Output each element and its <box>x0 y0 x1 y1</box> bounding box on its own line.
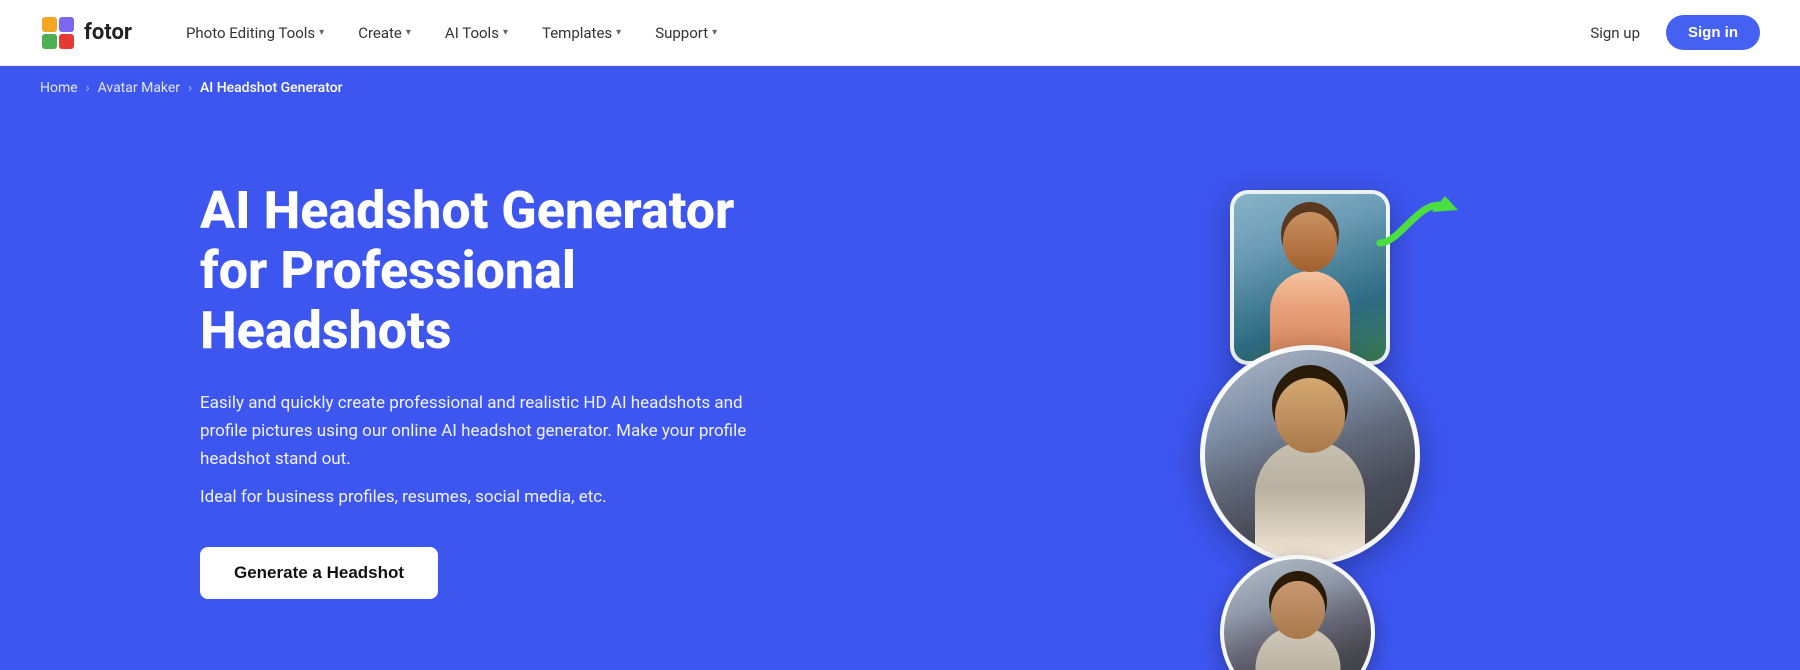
breadcrumb-home[interactable]: Home <box>40 80 78 96</box>
nav-links: Photo Editing Tools ▾ Create ▾ AI Tools … <box>172 16 1576 50</box>
chevron-down-icon: ▾ <box>616 27 621 38</box>
signup-button[interactable]: Sign up <box>1576 16 1654 50</box>
chevron-down-icon: ▾ <box>406 27 411 38</box>
chevron-down-icon: ▾ <box>319 27 324 38</box>
breadcrumb-avatar-maker[interactable]: Avatar Maker <box>98 80 180 96</box>
chevron-down-icon: ▾ <box>503 27 508 38</box>
hero-ideal-text: Ideal for business profiles, resumes, so… <box>200 487 760 507</box>
breadcrumb-separator: › <box>86 81 90 96</box>
hero-title: AI Headshot Generator for Professional H… <box>200 181 760 360</box>
hero-section: AI Headshot Generator for Professional H… <box>0 110 1800 670</box>
nav-ai-tools[interactable]: AI Tools ▾ <box>431 16 522 50</box>
result-photo-large <box>1200 345 1420 565</box>
navbar: fotor Photo Editing Tools ▾ Create ▾ AI … <box>0 0 1800 66</box>
generate-headshot-button[interactable]: Generate a Headshot <box>200 547 438 599</box>
chevron-down-icon: ▾ <box>712 27 717 38</box>
transformation-arrow <box>1370 188 1460 258</box>
nav-auth: Sign up Sign in <box>1576 15 1760 50</box>
nav-photo-editing[interactable]: Photo Editing Tools ▾ <box>172 16 338 50</box>
source-photo <box>1230 190 1390 365</box>
nav-templates[interactable]: Templates ▾ <box>528 16 635 50</box>
hero-description: Easily and quickly create professional a… <box>200 389 760 473</box>
hero-visuals <box>1200 170 1720 610</box>
result-photo-1 <box>1220 555 1375 670</box>
breadcrumb-current: AI Headshot Generator <box>200 80 343 96</box>
brand-name: fotor <box>84 20 132 45</box>
breadcrumb-separator: › <box>188 81 192 96</box>
nav-support[interactable]: Support ▾ <box>641 16 731 50</box>
hero-content: AI Headshot Generator for Professional H… <box>200 181 760 599</box>
signin-button[interactable]: Sign in <box>1666 15 1760 50</box>
fotor-logo-icon <box>40 15 76 51</box>
nav-create[interactable]: Create ▾ <box>344 16 425 50</box>
breadcrumb: Home › Avatar Maker › AI Headshot Genera… <box>0 66 1800 110</box>
logo[interactable]: fotor <box>40 15 132 51</box>
